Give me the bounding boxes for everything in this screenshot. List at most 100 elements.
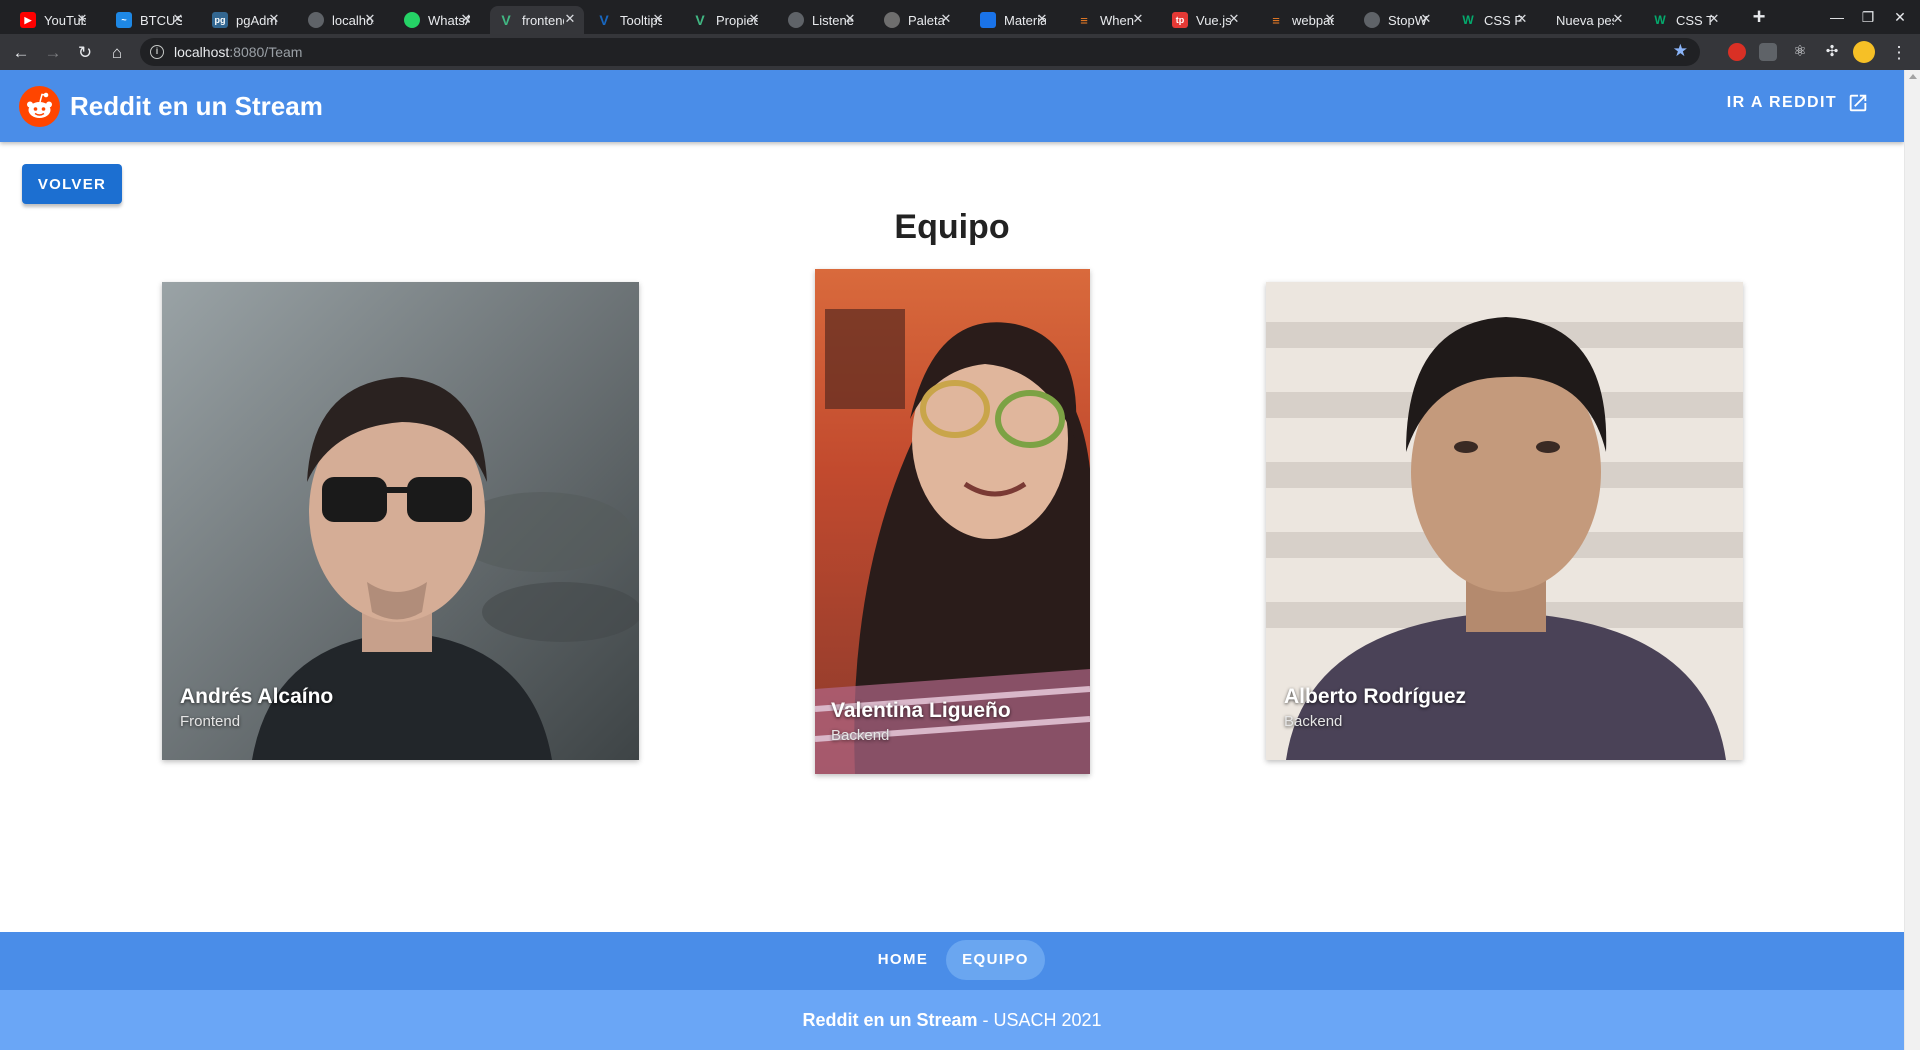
team-member-name: Alberto Rodríguez xyxy=(1284,685,1466,708)
minimize-window-button[interactable]: — xyxy=(1822,6,1852,28)
tp-icon: tp xyxy=(1172,12,1188,28)
browser-tab[interactable]: pg pgAdmin ✕ xyxy=(204,6,288,34)
close-icon[interactable]: ✕ xyxy=(842,11,858,27)
close-icon[interactable]: ✕ xyxy=(266,11,282,27)
new-tab-button[interactable]: + xyxy=(1747,5,1771,29)
team-member-role: Backend xyxy=(831,727,890,744)
vue-icon: V xyxy=(695,12,705,28)
close-icon[interactable]: ✕ xyxy=(650,11,666,27)
w3schools-icon: W xyxy=(1654,13,1666,27)
vue-icon: V xyxy=(501,12,511,28)
back-button[interactable]: VOLVER xyxy=(22,164,122,204)
browser-tab[interactable]: tp Vue.js ✕ xyxy=(1164,6,1248,34)
browser-tab[interactable]: W CSS F ✕ xyxy=(1452,6,1536,34)
chart-icon: ~ xyxy=(116,12,132,28)
whatsapp-icon xyxy=(404,12,420,28)
footer-brand: Reddit en un Stream xyxy=(802,1010,978,1030)
github-icon xyxy=(884,12,900,28)
extensions-puzzle-icon[interactable]: ✣ xyxy=(1823,43,1841,61)
app-bar: Reddit en un Stream IR A REDDIT xyxy=(0,70,1904,142)
footer-home-button[interactable]: HOME xyxy=(861,940,945,980)
vertical-scrollbar[interactable] xyxy=(1904,70,1920,1050)
team-card-caption: Valentina Ligueño Backend xyxy=(831,699,1011,744)
scroll-up-icon[interactable] xyxy=(1909,74,1917,79)
back-icon[interactable]: ← xyxy=(8,40,34,66)
globe-icon xyxy=(788,12,804,28)
extension-icon[interactable] xyxy=(1728,43,1746,61)
close-icon[interactable]: ✕ xyxy=(938,11,954,27)
browser-tab[interactable]: ≡ webpack ✕ xyxy=(1260,6,1344,34)
close-icon[interactable]: ✕ xyxy=(1610,11,1626,27)
go-to-reddit-link[interactable]: IR A REDDIT xyxy=(1727,92,1869,114)
address-bar[interactable]: i localhost:8080/Team ★ xyxy=(140,38,1700,66)
page-title: Equipo xyxy=(894,208,1010,246)
browser-tab[interactable]: ≡ When ✕ xyxy=(1068,6,1152,34)
stackoverflow-icon: ≡ xyxy=(1080,12,1088,28)
browser-tab[interactable]: Nueva pestaña ✕ xyxy=(1548,6,1632,34)
close-icon[interactable]: ✕ xyxy=(562,11,578,27)
profile-avatar[interactable] xyxy=(1853,41,1875,63)
vuetify-icon: V xyxy=(599,12,609,28)
close-icon[interactable]: ✕ xyxy=(1034,11,1050,27)
react-devtools-icon[interactable]: ⚛ xyxy=(1791,43,1809,61)
close-window-button[interactable]: ✕ xyxy=(1885,6,1915,28)
close-icon[interactable]: ✕ xyxy=(74,11,90,27)
team-card-caption: Alberto Rodríguez Backend xyxy=(1284,685,1466,730)
home-icon[interactable]: ⌂ xyxy=(104,40,130,66)
menu-kebab-icon[interactable]: ⋮ xyxy=(1886,40,1912,66)
go-to-reddit-label: IR A REDDIT xyxy=(1726,94,1837,111)
footer-suffix: - USACH 2021 xyxy=(977,1010,1102,1030)
forward-icon[interactable]: → xyxy=(40,40,66,66)
browser-tab[interactable]: Listeners ✕ xyxy=(780,6,864,34)
close-icon[interactable]: ✕ xyxy=(362,11,378,27)
team-member-role: Frontend xyxy=(180,713,241,730)
address-url[interactable]: localhost:8080/Team xyxy=(174,44,302,60)
browser-tab[interactable]: Paleta ✕ xyxy=(876,6,960,34)
stackoverflow-icon: ≡ xyxy=(1272,12,1280,28)
bookmark-star-icon[interactable]: ★ xyxy=(1673,41,1688,61)
browser-tab[interactable]: StopW ✕ xyxy=(1356,6,1440,34)
browser-tab[interactable]: WhatsApp ✕ xyxy=(396,6,480,34)
footer-bar: Reddit en un Stream - USACH 2021 xyxy=(0,990,1904,1050)
youtube-icon: ▶ xyxy=(20,12,36,28)
browser-tab[interactable]: localhost ✕ xyxy=(300,6,384,34)
reload-icon[interactable]: ↻ xyxy=(72,40,98,66)
team-member-role: Backend xyxy=(1284,713,1343,730)
footer-nav: HOME EQUIPO xyxy=(0,932,1904,990)
browser-tab[interactable]: ▶ YouTube ✕ xyxy=(12,6,96,34)
info-icon[interactable]: i xyxy=(150,45,164,59)
close-icon[interactable]: ✕ xyxy=(1130,11,1146,27)
app-title: Reddit en un Stream xyxy=(70,91,323,121)
close-icon[interactable]: ✕ xyxy=(170,11,186,27)
footer-equipo-button[interactable]: EQUIPO xyxy=(946,940,1045,980)
browser-tab-strip: ▶ YouTube ✕ ~ BTCUSD ✕ pg pgAdmin ✕ loca… xyxy=(0,0,1920,34)
team-card: Valentina Ligueño Backend xyxy=(815,269,1090,774)
browser-tab-active[interactable]: V frontend ✕ xyxy=(490,6,584,34)
open-in-new-icon xyxy=(1849,94,1867,112)
close-icon[interactable]: ✕ xyxy=(1226,11,1242,27)
browser-tab[interactable]: W CSS T ✕ xyxy=(1644,6,1728,34)
globe-icon xyxy=(308,12,324,28)
team-card: Andrés Alcaíno Frontend xyxy=(162,282,639,760)
browser-tab[interactable]: Material ✕ xyxy=(972,6,1056,34)
close-icon[interactable]: ✕ xyxy=(1418,11,1434,27)
close-icon[interactable]: ✕ xyxy=(1514,11,1530,27)
pgadmin-icon: pg xyxy=(212,12,228,28)
extension-icon[interactable] xyxy=(1759,43,1777,61)
browser-tab[interactable]: V Propiedades ✕ xyxy=(684,6,768,34)
restore-window-button[interactable]: ❐ xyxy=(1853,6,1883,28)
globe-icon xyxy=(1364,12,1380,28)
w3schools-icon: W xyxy=(1462,13,1474,27)
close-icon[interactable]: ✕ xyxy=(458,11,474,27)
close-icon[interactable]: ✕ xyxy=(746,11,762,27)
team-card-caption: Andrés Alcaíno Frontend xyxy=(180,685,333,730)
reddit-logo-icon xyxy=(19,86,60,127)
page-viewport: Reddit en un Stream IR A REDDIT VOLVER E… xyxy=(0,70,1904,1050)
browser-tab[interactable]: ~ BTCUSD ✕ xyxy=(108,6,192,34)
team-member-name: Andrés Alcaíno xyxy=(180,685,334,708)
team-member-name: Valentina Ligueño xyxy=(831,699,1011,722)
team-card: Alberto Rodríguez Backend xyxy=(1266,282,1743,760)
browser-tab[interactable]: V Tooltips ✕ xyxy=(588,6,672,34)
close-icon[interactable]: ✕ xyxy=(1706,11,1722,27)
close-icon[interactable]: ✕ xyxy=(1322,11,1338,27)
